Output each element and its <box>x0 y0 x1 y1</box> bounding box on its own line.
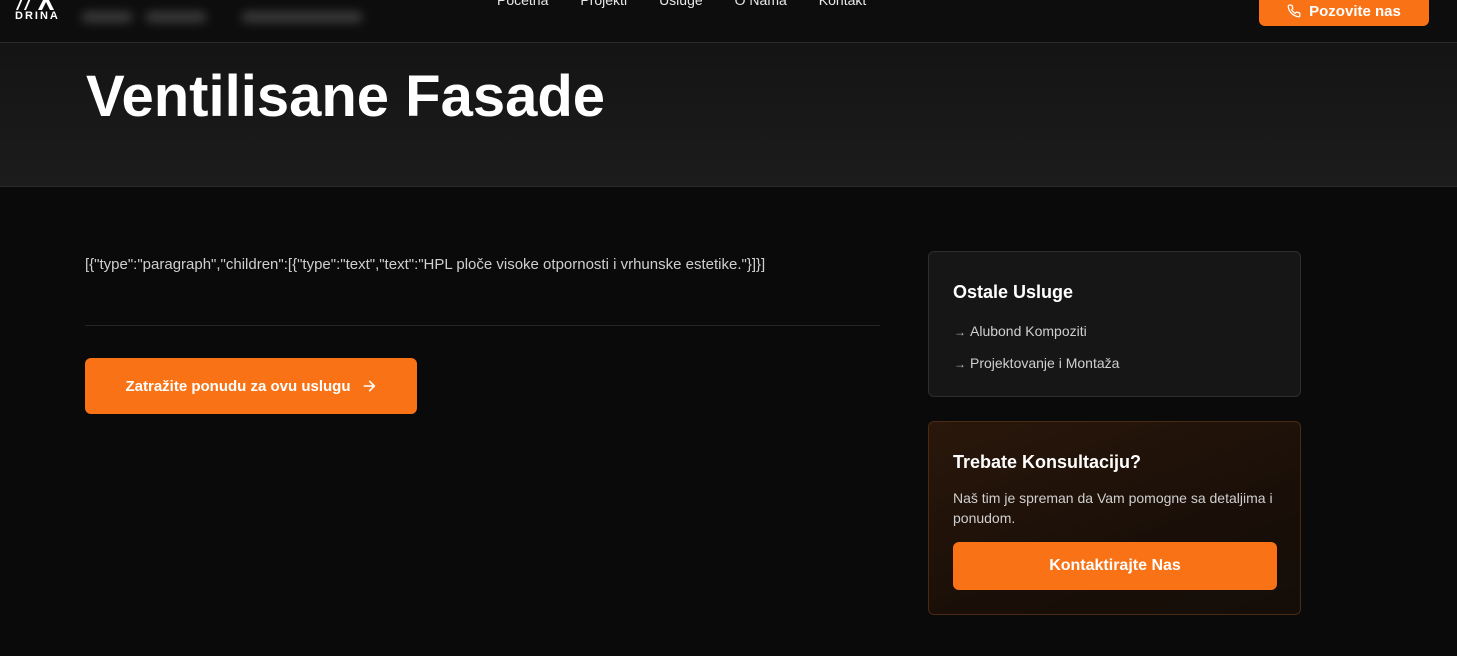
consultation-text: Naš tim je spreman da Vam pomogne sa det… <box>953 490 1273 526</box>
arrow-right-icon <box>363 380 375 392</box>
site-header: DRINA Početna Projekti Usluge O Nama Kon… <box>0 0 1457 43</box>
arrow-icon: → <box>954 325 966 339</box>
consultation-title: Trebate Konsultaciju? <box>953 452 1142 472</box>
main-nav: Početna Projekti Usluge O Nama Kontakt <box>497 0 866 12</box>
request-quote-label: Zatražite ponudu za ovu uslugu <box>125 377 351 395</box>
hero-banner: Ventilisane Fasade <box>0 43 1457 187</box>
logo-text: DRINA <box>15 10 60 22</box>
service-link-label: Alubond Kompoziti <box>970 323 1087 339</box>
call-button-label: Pozovite nas <box>1309 2 1401 20</box>
nav-item-projekti[interactable]: Projekti <box>580 0 627 12</box>
logo[interactable]: DRINA <box>14 0 62 28</box>
call-button[interactable]: Pozovite nas <box>1259 0 1429 26</box>
nav-item-kontakt[interactable]: Kontakt <box>819 0 866 12</box>
service-link-alubond[interactable]: → Alubond Kompoziti <box>954 323 1087 339</box>
service-description: [{"type":"paragraph","children":[{"type"… <box>85 256 766 273</box>
content-divider <box>85 325 880 326</box>
other-services-title: Ostale Usluge <box>953 282 1074 302</box>
service-link-label: Projektovanje i Montaža <box>970 355 1120 371</box>
page-title: Ventilisane Fasade <box>86 64 606 129</box>
nav-item-pocetna[interactable]: Početna <box>497 0 548 12</box>
consultation-card: Trebate Konsultaciju? Naš tim je spreman… <box>928 421 1301 615</box>
logo-mark-icon <box>16 0 54 10</box>
blurred-region <box>82 4 372 32</box>
phone-icon <box>1287 4 1301 18</box>
arrow-icon: → <box>954 357 966 371</box>
other-services-card: Ostale Usluge → Alubond Kompoziti → Projek… <box>928 251 1301 397</box>
contact-us-button[interactable]: Kontaktirajte Nas <box>953 542 1277 590</box>
nav-item-o-nama[interactable]: O Nama <box>735 0 787 12</box>
request-quote-button[interactable]: Zatražite ponudu za ovu uslugu <box>85 358 417 414</box>
nav-item-usluge[interactable]: Usluge <box>659 0 703 12</box>
service-link-projektovanje[interactable]: → Projektovanje i Montaža <box>954 355 1119 371</box>
